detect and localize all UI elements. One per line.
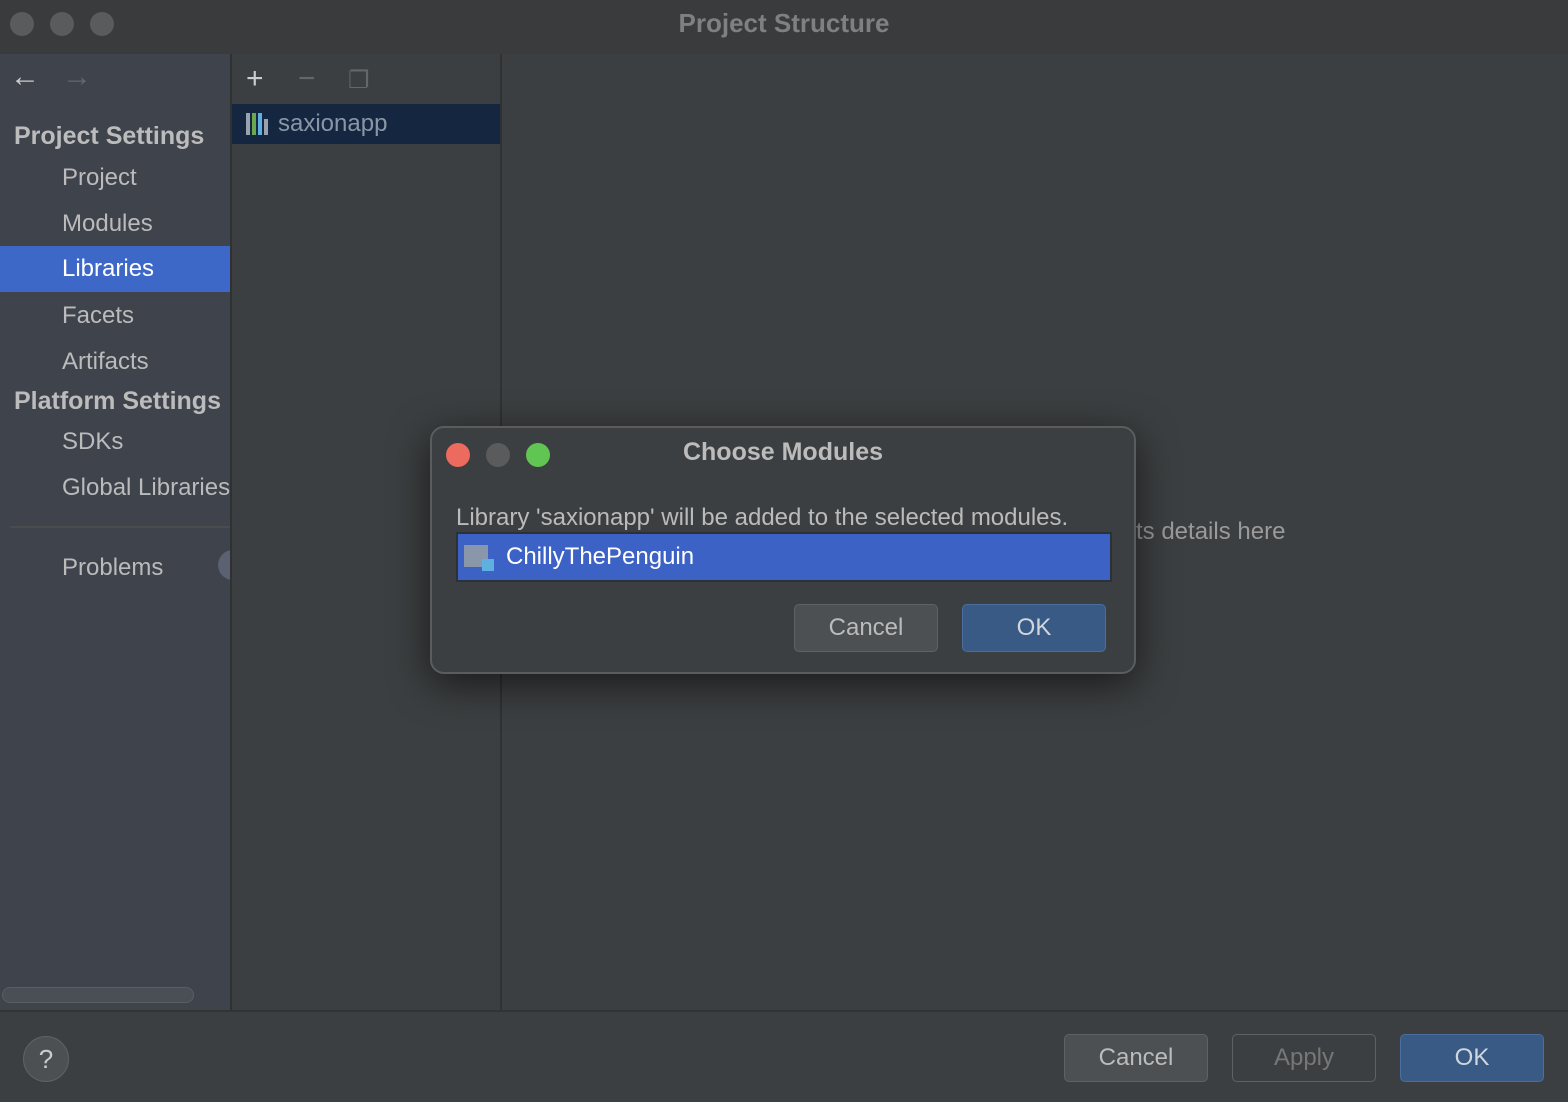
add-icon[interactable]: + [246, 62, 264, 96]
sidebar: ← → Project Settings Project Modules Lib… [0, 54, 230, 1010]
module-label: ChillyThePenguin [506, 543, 695, 570]
cancel-button[interactable]: Cancel [1064, 1034, 1208, 1082]
horizontal-scrollbar[interactable] [2, 987, 194, 1003]
dialog-message: Library 'saxionapp' will be added to the… [456, 504, 1069, 531]
copy-icon[interactable]: ❐ [348, 66, 370, 95]
apply-button[interactable]: Apply [1232, 1034, 1376, 1082]
dialog-title: Choose Modules [682, 438, 883, 466]
library-label: saxionapp [278, 110, 388, 137]
remove-icon[interactable]: − [298, 62, 316, 96]
window-title: Project Structure [678, 8, 890, 38]
project-settings-heading: Project Settings [14, 122, 205, 150]
arrow-left-icon[interactable]: ← [10, 60, 40, 94]
sidebar-item-modules[interactable]: Modules [0, 201, 230, 247]
details-hint: ts details here [1136, 518, 1286, 545]
module-folder-icon [464, 543, 494, 571]
sidebar-item-problems[interactable]: Problems [0, 545, 230, 591]
dialog-ok-button[interactable]: OK [962, 604, 1106, 652]
sidebar-item-sdks[interactable]: SDKs [0, 419, 230, 465]
choose-modules-dialog: Choose Modules Library 'saxionapp' will … [430, 426, 1136, 674]
module-list-item[interactable]: ChillyThePenguin [456, 532, 1112, 582]
sidebar-item-facets[interactable]: Facets [0, 293, 230, 339]
divider [10, 526, 230, 528]
title-bar: Project Structure [0, 0, 1568, 54]
ok-button[interactable]: OK [1400, 1034, 1544, 1082]
arrow-right-icon[interactable]: → [62, 60, 92, 94]
help-button[interactable]: ? [23, 1036, 69, 1082]
dialog-cancel-button[interactable]: Cancel [794, 604, 938, 652]
library-item-saxionapp[interactable]: saxionapp [232, 104, 500, 144]
sidebar-item-global-libraries[interactable]: Global Libraries [0, 465, 230, 511]
platform-settings-heading: Platform Settings [14, 387, 221, 415]
sidebar-item-artifacts[interactable]: Artifacts [0, 339, 230, 385]
sidebar-item-libraries[interactable]: Libraries [0, 246, 230, 292]
sidebar-item-project[interactable]: Project [0, 155, 230, 201]
library-icon [246, 113, 268, 135]
